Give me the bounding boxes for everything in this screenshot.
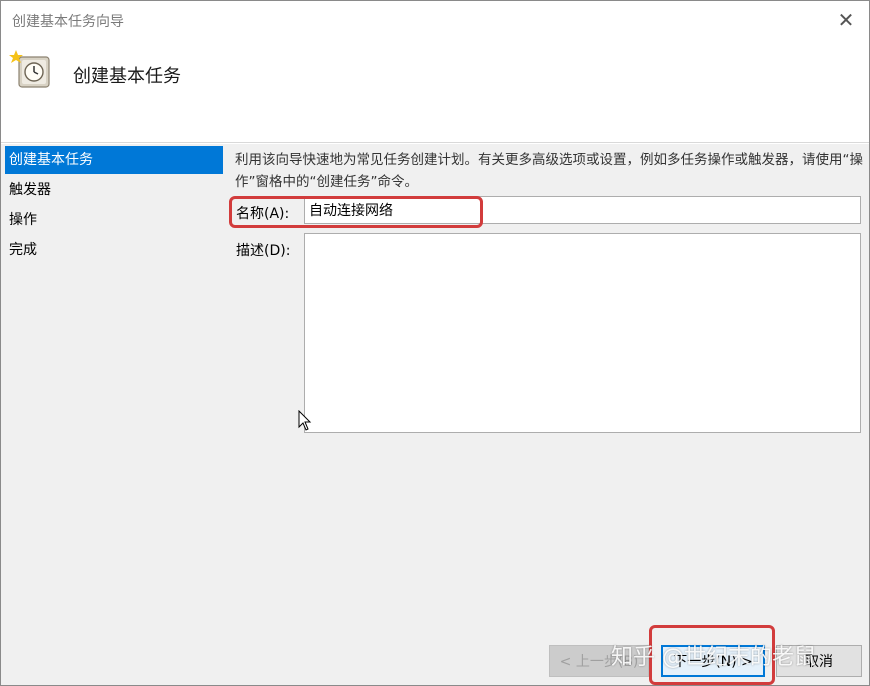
title-bar[interactable]: 创建基本任务向导 ✕ xyxy=(1,1,869,39)
cancel-button[interactable]: 取消 xyxy=(776,645,862,677)
mouse-cursor-icon xyxy=(298,410,312,431)
back-button[interactable]: < 上一步(B) xyxy=(549,645,649,677)
close-button[interactable]: ✕ xyxy=(823,1,869,39)
name-label: 名称(A): xyxy=(236,206,290,222)
sidebar-item-finish[interactable]: 完成 xyxy=(5,236,223,264)
name-field[interactable] xyxy=(304,196,861,224)
step-sidebar: 创建基本任务 触发器 操作 完成 xyxy=(1,144,223,685)
wizard-window: 创建基本任务向导 ✕ 创建基本任务 创建基本任务 触发器 操作 完成 利用该向导… xyxy=(0,0,870,686)
wizard-header: 创建基本任务 xyxy=(1,39,869,143)
task-scheduler-clock-icon xyxy=(9,50,50,88)
page-title: 创建基本任务 xyxy=(73,66,181,87)
description-field[interactable] xyxy=(304,233,861,433)
window-title: 创建基本任务向导 xyxy=(12,14,124,30)
sidebar-item-action[interactable]: 操作 xyxy=(5,206,223,234)
sidebar-item-trigger[interactable]: 触发器 xyxy=(5,176,223,204)
description-label: 描述(D): xyxy=(236,243,291,259)
wizard-description: 利用该向导快速地为常见任务创建计划。有关更多高级选项或设置，例如多任务操作或触发… xyxy=(235,152,863,190)
next-button[interactable]: 下一步(N) > xyxy=(661,645,765,677)
step-content: 利用该向导快速地为常见任务创建计划。有关更多高级选项或设置，例如多任务操作或触发… xyxy=(227,144,867,685)
wizard-body: 创建基本任务 触发器 操作 完成 利用该向导快速地为常见任务创建计划。有关更多高… xyxy=(1,144,869,685)
sidebar-item-create-basic-task[interactable]: 创建基本任务 xyxy=(5,146,223,174)
close-icon: ✕ xyxy=(837,8,855,32)
